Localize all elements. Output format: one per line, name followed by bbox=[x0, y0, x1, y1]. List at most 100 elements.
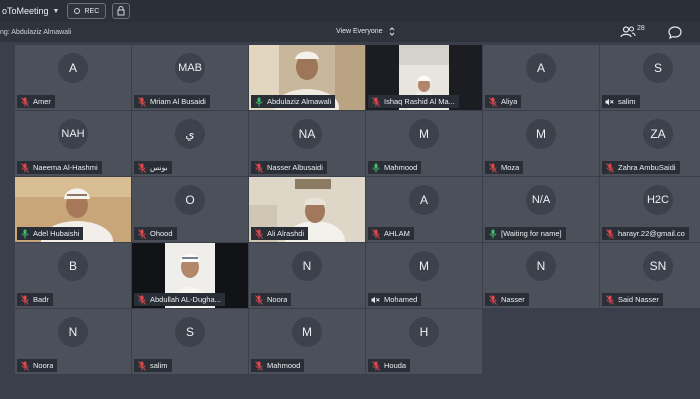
participant-avatar: ي bbox=[175, 119, 205, 150]
participant-name: Adel Hubaishi bbox=[33, 229, 80, 238]
participant-tile[interactable]: ZA Zahra AmbuSaidi bbox=[600, 111, 700, 176]
participant-tile[interactable]: H2C harayr.22@gmail.co bbox=[600, 177, 700, 242]
participant-avatar: ZA bbox=[643, 119, 673, 150]
participant-name: Noora bbox=[267, 295, 288, 304]
participant-tile[interactable]: A AHLAM bbox=[366, 177, 482, 242]
participant-avatar: S bbox=[175, 317, 205, 348]
participant-video-tile[interactable]: Ali Alrashdi bbox=[249, 177, 365, 242]
participant-tile[interactable]: M Mahmood bbox=[366, 111, 482, 176]
participant-nameplate: salim bbox=[134, 359, 172, 372]
participant-nameplate: Ali Alrashdi bbox=[251, 227, 309, 240]
participant-tile[interactable]: M Mohamed bbox=[366, 243, 482, 308]
microphone-muted-icon bbox=[254, 360, 263, 371]
participant-tile[interactable]: NAH Naeema Al-Hashmi bbox=[15, 111, 131, 176]
participant-avatar: N bbox=[526, 251, 556, 282]
participant-name: salim bbox=[150, 361, 168, 370]
participant-tile[interactable]: A Amer bbox=[15, 45, 131, 110]
participant-nameplate: Adel Hubaishi bbox=[17, 227, 84, 240]
participant-nameplate: Mohamed bbox=[368, 293, 422, 306]
speaking-indicator: ng: Abdulaziz Almawali bbox=[0, 28, 72, 36]
participant-tile[interactable]: M Mahmood bbox=[249, 309, 365, 374]
participant-avatar: B bbox=[58, 251, 88, 282]
lock-meeting-button[interactable] bbox=[112, 3, 131, 19]
participant-name: salim bbox=[618, 97, 636, 106]
app-title[interactable]: oToMeeting bbox=[2, 6, 49, 16]
participant-name: Moza bbox=[501, 163, 520, 172]
chevron-down-icon[interactable]: ▼ bbox=[53, 8, 60, 15]
participant-tile[interactable]: N Noora bbox=[249, 243, 365, 308]
speaker-off-icon bbox=[605, 97, 614, 107]
participant-avatar: A bbox=[409, 185, 439, 216]
participant-tile[interactable]: NA Nasser Albusaidi bbox=[249, 111, 365, 176]
lock-icon bbox=[117, 6, 125, 16]
participant-video-tile[interactable]: Abdulaziz Almawali bbox=[249, 45, 365, 110]
participant-tile[interactable]: MAB Mriam Al Busaidi bbox=[132, 45, 248, 110]
participant-avatar: N/A bbox=[526, 185, 556, 216]
participant-nameplate: Houda bbox=[368, 359, 411, 372]
microphone-muted-icon bbox=[254, 162, 263, 173]
participant-tile[interactable]: SN Said Nasser bbox=[600, 243, 700, 308]
participant-tile[interactable]: Ssalim bbox=[132, 309, 248, 374]
participant-nameplate: Moza bbox=[485, 161, 524, 174]
meeting-subbar: ng: Abdulaziz Almawali View Everyone 28 bbox=[0, 22, 700, 42]
participant-name: Mriam Al Busaidi bbox=[150, 97, 206, 106]
chat-icon[interactable] bbox=[668, 26, 682, 39]
participant-grid: A Amer MAB Mriam Al Busaidi Abdulaziz Almawa… bbox=[15, 45, 700, 374]
microphone-icon bbox=[254, 97, 263, 107]
participant-nameplate: Ohood bbox=[134, 227, 177, 240]
microphone-muted-icon bbox=[605, 162, 614, 173]
participant-nameplate: salim bbox=[602, 95, 640, 108]
participant-avatar: NA bbox=[292, 119, 322, 150]
participant-nameplate: Naeema Al-Hashmi bbox=[17, 161, 102, 174]
participant-name: Nasser Albusaidi bbox=[267, 163, 323, 172]
participant-name: Mahmood bbox=[384, 163, 418, 172]
top-toolbar: oToMeeting ▼ REC bbox=[0, 0, 700, 23]
participant-tile[interactable]: B Badr bbox=[15, 243, 131, 308]
record-button[interactable]: REC bbox=[67, 3, 107, 19]
participant-avatar: M bbox=[409, 119, 439, 150]
participant-tile[interactable]: N/A [Waiting for name] bbox=[483, 177, 599, 242]
microphone-muted-icon bbox=[20, 360, 29, 371]
participant-tile[interactable]: N Nasser bbox=[483, 243, 599, 308]
participant-tile[interactable]: H Houda bbox=[366, 309, 482, 374]
participant-tile[interactable]: O Ohood bbox=[132, 177, 248, 242]
microphone-muted-icon bbox=[371, 228, 380, 239]
microphone-muted-icon bbox=[137, 96, 146, 107]
participant-video-tile[interactable]: Abdullah AL-Dugha... bbox=[132, 243, 248, 308]
participant-name: Amer bbox=[33, 97, 51, 106]
view-selector[interactable]: View Everyone bbox=[336, 27, 395, 36]
participant-nameplate: [Waiting for name] bbox=[485, 227, 566, 240]
participant-avatar: A bbox=[58, 53, 88, 84]
participant-name: Nasser bbox=[501, 295, 525, 304]
microphone-muted-icon bbox=[137, 360, 146, 371]
people-icon bbox=[620, 26, 636, 38]
participant-name: Mohamed bbox=[384, 295, 418, 304]
participant-avatar: H2C bbox=[643, 185, 673, 216]
participant-video-tile[interactable]: Ishaq Rashid Al Ma... bbox=[366, 45, 482, 110]
participant-video-tile[interactable]: Adel Hubaishi bbox=[15, 177, 131, 242]
participant-name: Naeema Al-Hashmi bbox=[33, 163, 98, 172]
participant-tile[interactable]: A Aliya bbox=[483, 45, 599, 110]
view-selector-label: View Everyone bbox=[336, 28, 383, 35]
attendee-count: 28 bbox=[637, 25, 645, 32]
participant-nameplate: Mahmood bbox=[251, 359, 305, 372]
participant-name: Aliya bbox=[501, 97, 518, 106]
attendees-button[interactable]: 28 bbox=[620, 25, 645, 38]
microphone-muted-icon bbox=[371, 360, 380, 371]
microphone-muted-icon bbox=[488, 294, 497, 305]
participant-tile[interactable]: Ssalim bbox=[600, 45, 700, 110]
participant-avatar: M bbox=[526, 119, 556, 150]
microphone-muted-icon bbox=[488, 96, 497, 107]
participant-avatar: S bbox=[643, 53, 673, 84]
participant-nameplate: بونس bbox=[134, 161, 172, 174]
participant-tile[interactable]: M Moza bbox=[483, 111, 599, 176]
participant-avatar: M bbox=[292, 317, 322, 348]
participant-name: harayr.22@gmail.co bbox=[618, 229, 685, 238]
speaker-off-icon bbox=[371, 295, 380, 305]
participant-nameplate: Nasser Albusaidi bbox=[251, 161, 327, 174]
participant-tile[interactable]: N Noora bbox=[15, 309, 131, 374]
participant-name: Said Nasser bbox=[618, 295, 659, 304]
updown-chevron-icon bbox=[389, 27, 395, 36]
participant-tile[interactable]: ي بونس bbox=[132, 111, 248, 176]
participant-name: Ohood bbox=[150, 229, 173, 238]
